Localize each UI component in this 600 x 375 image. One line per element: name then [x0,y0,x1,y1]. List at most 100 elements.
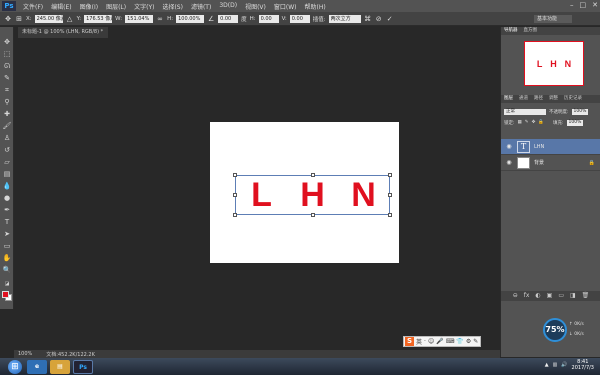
quick-select-tool-icon[interactable]: ✎ [2,73,12,83]
tab-histogram[interactable]: 直方图 [524,27,538,35]
volume-icon[interactable]: 🔊 [561,362,567,368]
language-toggle[interactable]: 英 [416,337,422,346]
history-brush-tool-icon[interactable]: ↺ [2,145,12,155]
reference-point-icon[interactable]: ⊞ [15,15,23,23]
layer-row-text[interactable]: ◉ T LHN [501,139,600,155]
layer-name[interactable]: 背景 [534,159,544,166]
zoom-tool-icon[interactable]: 🔍 [2,265,12,275]
height-input[interactable]: 100.00% [176,14,205,23]
eye-icon[interactable]: ◉ [505,159,513,166]
microphone-icon[interactable]: 🎤 [436,338,443,345]
tab-navigator[interactable]: 导航器 [504,27,518,35]
lock-all-icon[interactable]: 🔒 [538,120,544,125]
photoshop-taskbar-button[interactable]: Ps [73,359,93,374]
layer-row-background[interactable]: ◉ 背景 🔒 [501,155,600,171]
fill-input[interactable]: 100% [566,119,584,126]
shape-tool-icon[interactable]: ▭ [2,241,12,251]
transform-handle[interactable] [311,173,315,177]
network-icon[interactable]: ▥ [553,362,558,368]
trash-icon[interactable]: 🗑 [582,291,590,301]
commit-transform-icon[interactable]: ✓ [386,15,394,23]
menu-item[interactable]: 文字(Y) [130,2,158,11]
marquee-tool-icon[interactable]: ⬚ [2,49,12,59]
blend-mode-select[interactable]: 正常 [504,108,546,115]
tab-adjustments[interactable]: 调整 [549,95,558,103]
close-button[interactable]: ✕ [592,1,598,9]
skin-icon[interactable]: 👕 [456,338,463,345]
angle-input[interactable]: 0.00 [218,14,239,23]
link-icon[interactable]: ∞ [156,15,164,23]
new-group-icon[interactable]: ▭ [558,291,564,301]
document-canvas[interactable]: L H N [210,122,399,263]
add-style-icon[interactable]: fx [524,291,530,301]
brush-tool-icon[interactable]: 🖌 [2,121,12,131]
transform-handle[interactable] [388,173,392,177]
healing-brush-tool-icon[interactable]: ✚ [2,109,12,119]
speed-percent[interactable]: 75% [543,318,567,342]
settings-icon[interactable]: ⚙ [466,338,471,345]
transform-handle[interactable] [233,193,237,197]
menu-item[interactable]: 图层(L) [102,2,130,11]
eye-icon[interactable]: ◉ [505,143,513,150]
menu-item[interactable]: 3D(D) [215,2,241,11]
foreground-color-swatch[interactable] [2,291,9,298]
add-adjustment-icon[interactable]: ◐ [535,291,540,301]
gradient-tool-icon[interactable]: ▤ [2,169,12,179]
warp-icon[interactable]: ⌘ [364,15,372,23]
tray-arrow-icon[interactable]: ▲ [545,362,549,368]
add-mask-icon[interactable]: ▣ [547,291,553,301]
clock[interactable]: 8:41 2017/7/3 [572,359,594,371]
blur-tool-icon[interactable]: 💧 [2,181,12,191]
file-explorer-taskbar-button[interactable]: ▤ [50,359,70,374]
tab-layers[interactable]: 图层 [504,95,513,103]
lasso-tool-icon[interactable]: ᘏ [2,61,12,71]
menu-item[interactable]: 窗口(W) [270,2,301,11]
document-tab[interactable]: 未标题-1 @ 100% (LHN, RGB/8) * [18,27,108,38]
opacity-input[interactable]: 100% [571,108,589,115]
document-info[interactable]: 文档:452.2K/122.2K [46,351,95,358]
minimize-button[interactable]: – [570,1,574,9]
menu-item[interactable]: 文件(F) [19,2,47,11]
path-selection-tool-icon[interactable]: ➤ [2,229,12,239]
cancel-transform-icon[interactable]: ⊘ [375,15,383,23]
transform-handle[interactable] [388,213,392,217]
text-transform-box[interactable]: L H N [233,173,392,217]
emoji-icon[interactable]: ☺ [428,338,434,345]
lock-paint-icon[interactable]: ✎ [525,120,529,125]
tab-history[interactable]: 历史记录 [564,95,582,103]
tools-icon[interactable]: ✎ [473,338,478,345]
punctuation-icon[interactable]: · [424,338,426,345]
vskew-input[interactable]: 0.00 [289,14,310,23]
y-input[interactable]: 176.53 像素 [84,14,113,23]
workspace-select[interactable]: 基本功能 [534,15,572,23]
triangle-icon[interactable]: △ [66,15,74,23]
crop-tool-icon[interactable]: ⌗ [2,85,12,95]
internet-explorer-taskbar-button[interactable]: e [27,359,47,374]
transform-handle[interactable] [311,213,315,217]
lock-transparent-icon[interactable]: ▦ [518,120,522,125]
navigator-preview[interactable]: L H N [524,41,584,86]
tab-channels[interactable]: 通道 [519,95,528,103]
zoom-level[interactable]: 100% [18,351,32,357]
new-layer-icon[interactable]: ◨ [570,291,576,301]
keyboard-icon[interactable]: ⌨ [446,338,455,345]
hand-tool-icon[interactable]: ✋ [2,253,12,263]
default-colors-icon[interactable]: ◪ [2,279,12,289]
transform-handle[interactable] [233,173,237,177]
clone-stamp-tool-icon[interactable]: ♙ [2,133,12,143]
pen-tool-icon[interactable]: ✒ [2,205,12,215]
maximize-button[interactable]: □ [580,1,587,9]
eyedropper-tool-icon[interactable]: ⚲ [2,97,12,107]
transform-handle[interactable] [388,193,392,197]
start-button[interactable]: ⊞ [8,359,22,374]
transform-handle[interactable] [233,213,237,217]
eraser-tool-icon[interactable]: ▱ [2,157,12,167]
lock-position-icon[interactable]: ✥ [532,120,536,125]
layer-name[interactable]: LHN [534,144,544,150]
width-input[interactable]: 151.04% [125,14,154,23]
move-tool-icon[interactable]: ✥ [2,37,12,47]
menu-item[interactable]: 图像(I) [76,2,102,11]
menu-item[interactable]: 编辑(E) [47,2,75,11]
sogou-logo[interactable]: S [405,337,414,346]
menu-item[interactable]: 视图(V) [241,2,270,11]
